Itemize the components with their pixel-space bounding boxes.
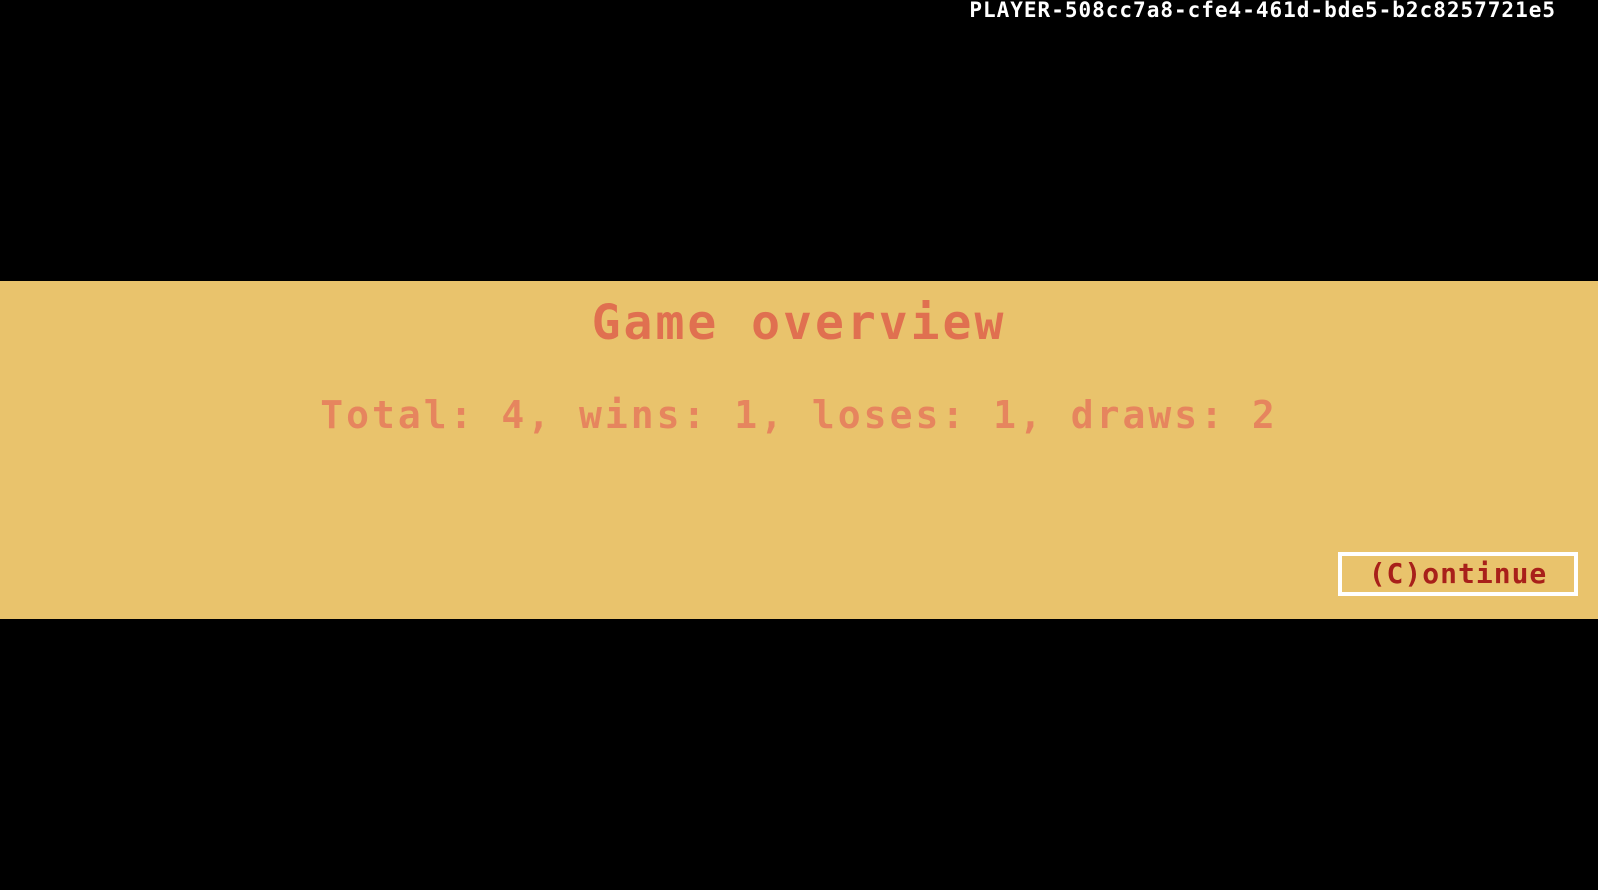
game-stats-summary: Total: 4, wins: 1, loses: 1, draws: 2 [320,393,1278,437]
continue-button[interactable]: (C)ontinue [1338,552,1578,596]
page-title: Game overview [591,295,1007,351]
player-id-label: PLAYER-508cc7a8-cfe4-461d-bde5-b2c825772… [969,0,1556,22]
game-overview-panel: Game overview Total: 4, wins: 1, loses: … [0,281,1598,619]
